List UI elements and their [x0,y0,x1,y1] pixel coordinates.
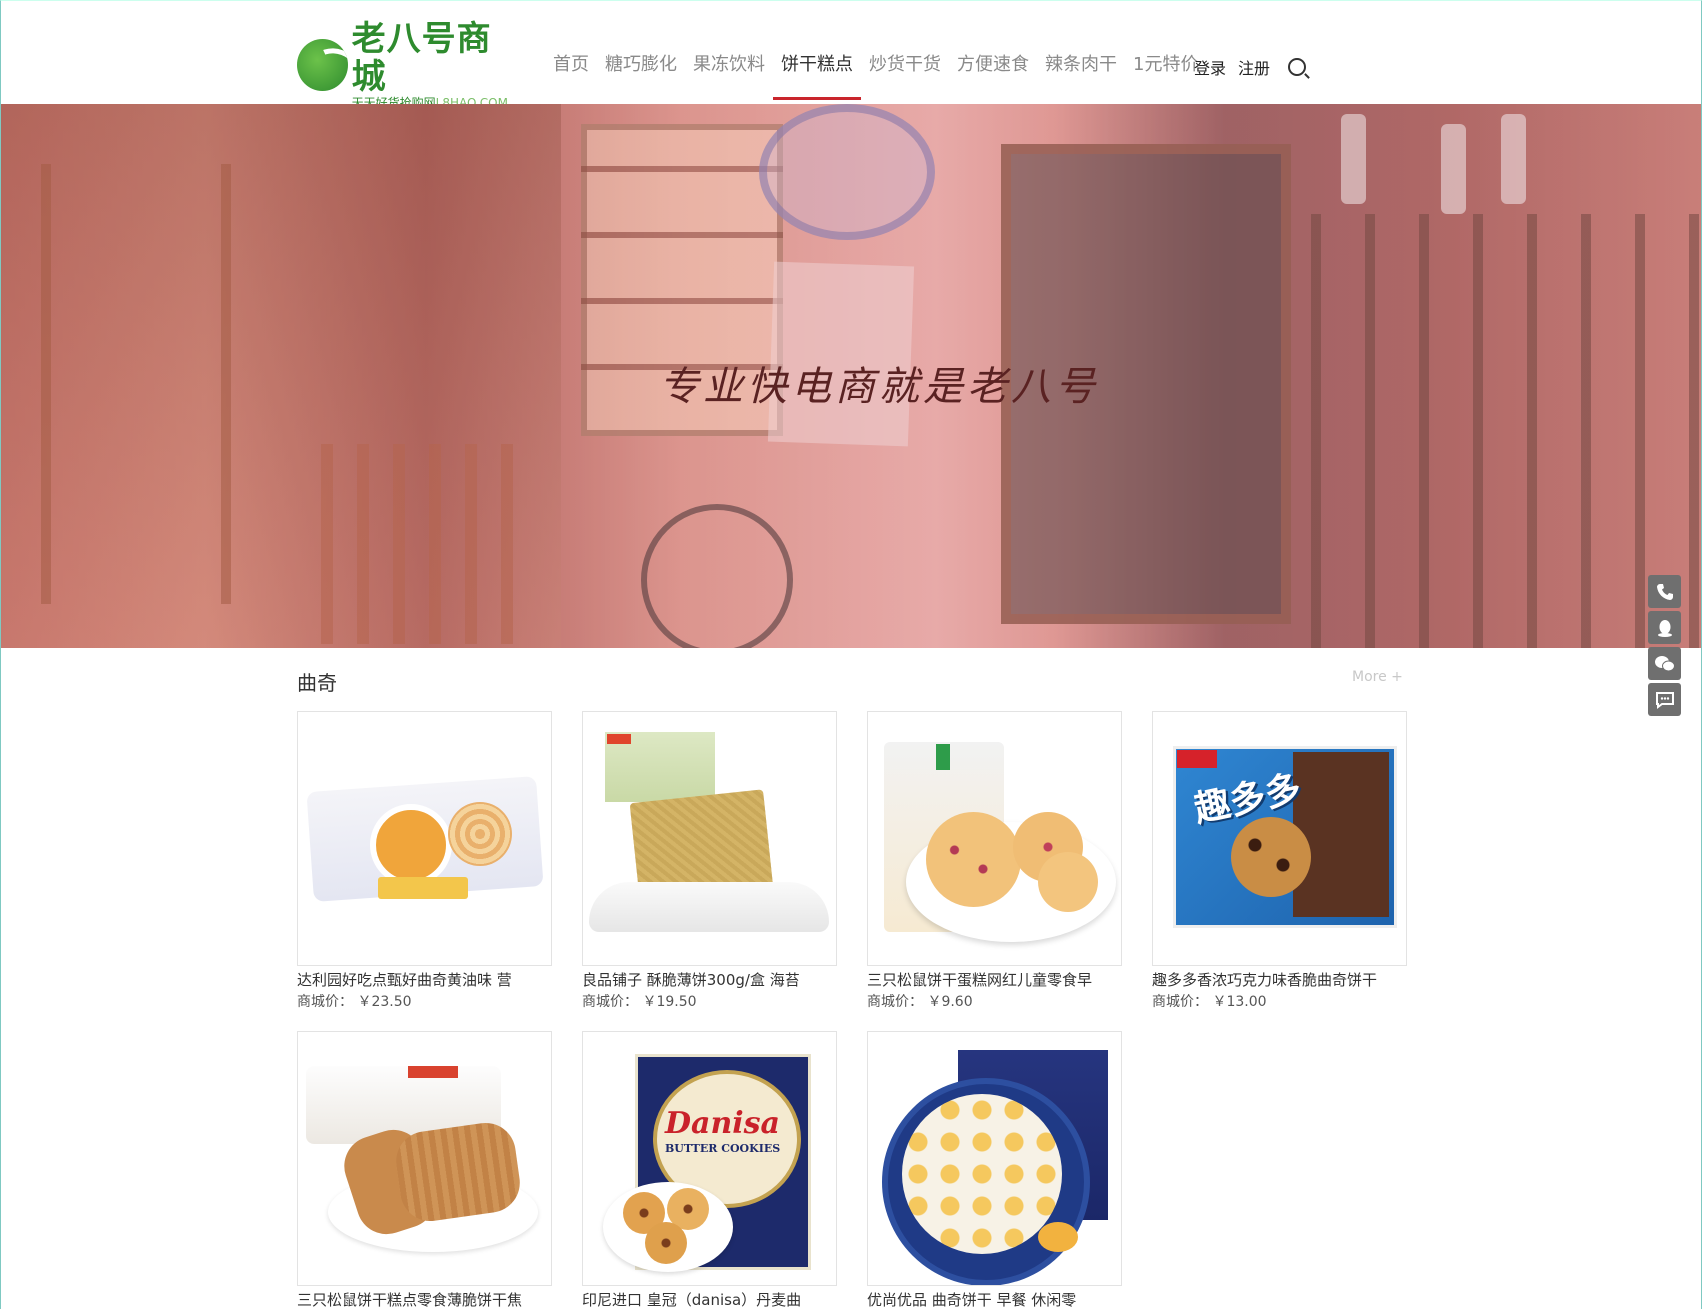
nav-item-candy[interactable]: 糖巧膨化 [597,50,685,100]
product-image[interactable] [867,711,1122,966]
product-image[interactable] [297,711,552,966]
product-card[interactable]: 趣多多 趣多多香浓巧克力味香脆曲奇饼干 商城价： ￥13.00 [1152,711,1407,1013]
register-link[interactable]: 注册 [1238,55,1270,79]
nav-item-biscuits[interactable]: 饼干糕点 [773,50,861,100]
product-price: 商城价： ￥9.60 [867,994,973,1010]
nav-item-jelly-drinks[interactable]: 果冻饮料 [685,50,773,100]
login-link[interactable]: 登录 [1194,55,1226,79]
wechat-icon[interactable] [1648,647,1681,680]
site-logo[interactable]: 老八号商城 天天好货抢购网L8HAO.COM [297,20,522,110]
product-image[interactable]: 趣多多 [1152,711,1407,966]
product-card[interactable]: 达利园好吃点甄好曲奇黄油味 营 商城价： ￥23.50 [297,711,552,1013]
product-name[interactable]: 达利园好吃点甄好曲奇黄油味 营 [297,969,552,991]
product-image[interactable] [582,711,837,966]
logo-leaf-icon [297,39,348,91]
product-image[interactable] [297,1031,552,1286]
product-image[interactable] [867,1031,1122,1286]
section-title: 曲奇 [297,671,337,695]
banner-headline: 专业快电商就是老八号 [659,364,1099,410]
more-link[interactable]: More + [1352,669,1403,685]
site-header: 老八号商城 天天好货抢购网L8HAO.COM 首页 糖巧膨化 果冻饮料 饼干糕点… [0,0,1704,110]
chat-icon[interactable] [1648,683,1681,716]
product-card[interactable]: 三只松鼠饼干蛋糕网红儿童零食早 商城价： ￥9.60 [867,711,1122,1013]
product-card[interactable]: 三只松鼠饼干糕点零食薄脆饼干焦 [297,1031,552,1311]
qq-icon[interactable] [1648,611,1681,644]
product-name[interactable]: 良品铺子 酥脆薄饼300g/盒 海苔 [582,969,837,991]
product-name[interactable]: 三只松鼠饼干糕点零食薄脆饼干焦 [297,1289,552,1311]
logo-title: 老八号商城 [351,19,492,97]
main-nav: 首页 糖巧膨化 果冻饮料 饼干糕点 炒货干货 方便速食 辣条肉干 1元特价 [545,50,1206,100]
nav-item-instant-food[interactable]: 方便速食 [949,50,1037,100]
product-name[interactable]: 印尼进口 皇冠（danisa）丹麦曲 [582,1289,837,1311]
nav-item-spicy-jerky[interactable]: 辣条肉干 [1037,50,1125,100]
product-name[interactable]: 优尚优品 曲奇饼干 早餐 休闲零 [867,1289,1122,1311]
phone-icon[interactable] [1648,575,1681,608]
product-card[interactable]: 优尚优品 曲奇饼干 早餐 休闲零 [867,1031,1122,1311]
product-card[interactable]: Danisa BUTTER COOKIES 印尼进口 皇冠（danisa）丹麦曲 [582,1031,837,1311]
product-card[interactable]: 良品铺子 酥脆薄饼300g/盒 海苔 商城价： ￥19.50 [582,711,837,1013]
product-name[interactable]: 三只松鼠饼干蛋糕网红儿童零食早 [867,969,1122,991]
side-toolbar [1648,575,1681,716]
nav-item-nuts[interactable]: 炒货干货 [861,50,949,100]
nav-item-home[interactable]: 首页 [545,50,597,100]
search-icon[interactable] [1288,58,1307,76]
product-name[interactable]: 趣多多香浓巧克力味香脆曲奇饼干 [1152,969,1407,991]
product-price: 商城价： ￥23.50 [297,994,412,1010]
hero-banner[interactable]: 专业快电商就是老八号 [1,104,1701,648]
product-price: 商城价： ￥19.50 [582,994,697,1010]
auth-links: 登录 注册 [1194,55,1307,79]
product-image[interactable]: Danisa BUTTER COOKIES [582,1031,837,1286]
product-price: 商城价： ￥13.00 [1152,994,1267,1010]
